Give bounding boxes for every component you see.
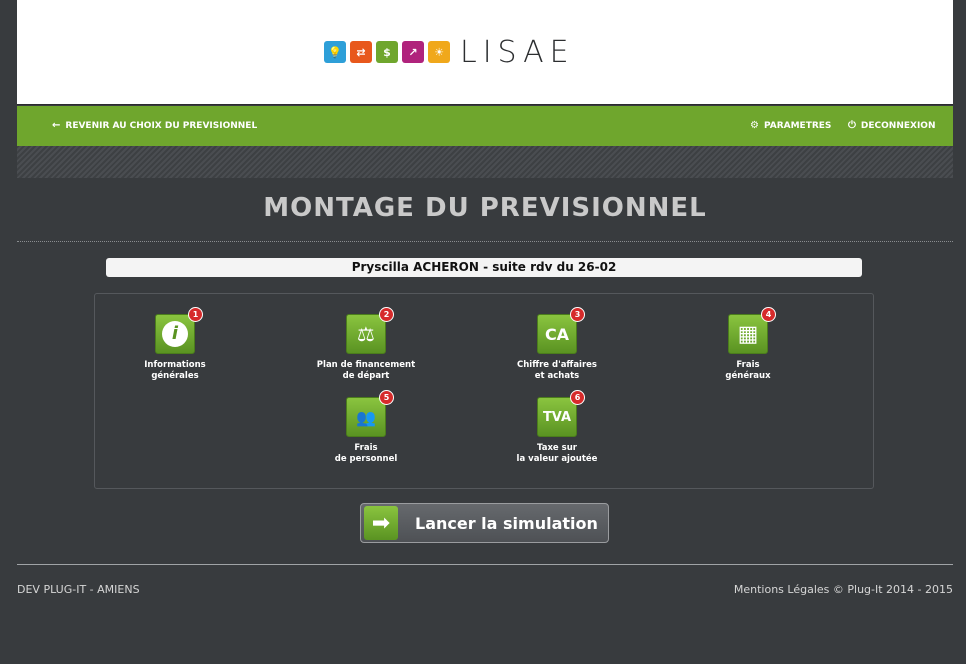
arrow-right-icon: ➡ [364, 506, 398, 540]
module-label: Informations générales [144, 360, 206, 381]
calculator-icon: ▦ 4 [728, 307, 776, 354]
launch-simulation-button[interactable]: ➡ Lancer la simulation [360, 503, 609, 543]
ca-icon: CA 3 [537, 307, 585, 354]
module-badge: 3 [570, 307, 585, 322]
gear-icon: ⚙ [750, 120, 759, 131]
module-badge: 2 [379, 307, 394, 322]
settings-link-label: PARAMETRES [763, 120, 832, 131]
lisae-logo[interactable]: 💡 ⇄ $ ↗ ☀ LISAE [324, 35, 575, 70]
sun-icon: ☀ [428, 41, 450, 63]
module-informations-generales[interactable]: i 1 Informations générales [105, 307, 245, 382]
module-label: Plan de financement de départ [316, 360, 416, 381]
module-label: Taxe sur la valeur ajoutée [516, 443, 598, 464]
module-plan-financement[interactable]: ⚖ 2 Plan de financement de départ [296, 307, 436, 382]
module-chiffre-affaires[interactable]: CA 3 Chiffre d'affaires et achats [487, 307, 627, 382]
lightbulb-icon: 💡 [324, 41, 346, 63]
arrow-left-icon: ← [52, 120, 61, 131]
logo-text: LISAE [460, 34, 575, 70]
footer-divider [17, 564, 953, 565]
footer-credit: DEV PLUG-IT - AMIENS [17, 583, 140, 596]
module-label: Chiffre d'affaires et achats [517, 360, 597, 381]
module-badge: 6 [570, 390, 585, 405]
modules-panel: i 1 Informations générales ⚖ 2 Plan de f… [94, 293, 874, 489]
title-divider [17, 241, 953, 242]
footer-legal-link[interactable]: Mentions Légales © Plug-It 2014 - 2015 [734, 583, 953, 596]
power-icon: ⏻ [848, 120, 856, 131]
back-link-label: REVENIR AU CHOIX DU PREVISIONNEL [65, 120, 258, 131]
module-badge: 5 [379, 390, 394, 405]
module-badge: 4 [761, 307, 776, 322]
page-title: MONTAGE DU PREVISIONNEL [263, 193, 707, 223]
tva-icon: TVA 6 [537, 390, 585, 437]
module-frais-generaux[interactable]: ▦ 4 Frais généraux [678, 307, 818, 382]
client-label-bar: Pryscilla ACHERON - suite rdv du 26-02 [106, 258, 862, 277]
module-frais-personnel[interactable]: 👥 5 Frais de personnel [296, 390, 436, 465]
growth-chart-icon: ↗ [402, 41, 424, 63]
settings-link[interactable]: ⚙ PARAMETRES [750, 120, 831, 131]
module-tva[interactable]: TVA 6 Taxe sur la valeur ajoutée [487, 390, 627, 465]
header: 💡 ⇄ $ ↗ ☀ LISAE [17, 0, 953, 105]
module-label: Frais de personnel [334, 443, 398, 464]
people-icon: 👥 5 [346, 390, 394, 437]
logout-link[interactable]: ⏻ DECONNEXION [848, 120, 935, 131]
back-to-choice-link[interactable]: ← REVENIR AU CHOIX DU PREVISIONNEL [52, 120, 257, 131]
decorative-stripes [17, 146, 953, 178]
balance-icon: ⚖ 2 [346, 307, 394, 354]
launch-simulation-label: Lancer la simulation [415, 513, 598, 533]
arrows-icon: ⇄ [350, 41, 372, 63]
module-badge: 1 [188, 307, 203, 322]
money-bag-icon: $ [376, 41, 398, 63]
logout-link-label: DECONNEXION [860, 120, 936, 131]
top-navbar: ← REVENIR AU CHOIX DU PREVISIONNEL ⚙ PAR… [17, 106, 953, 146]
module-label: Frais généraux [725, 360, 771, 381]
info-icon: i 1 [155, 307, 203, 354]
